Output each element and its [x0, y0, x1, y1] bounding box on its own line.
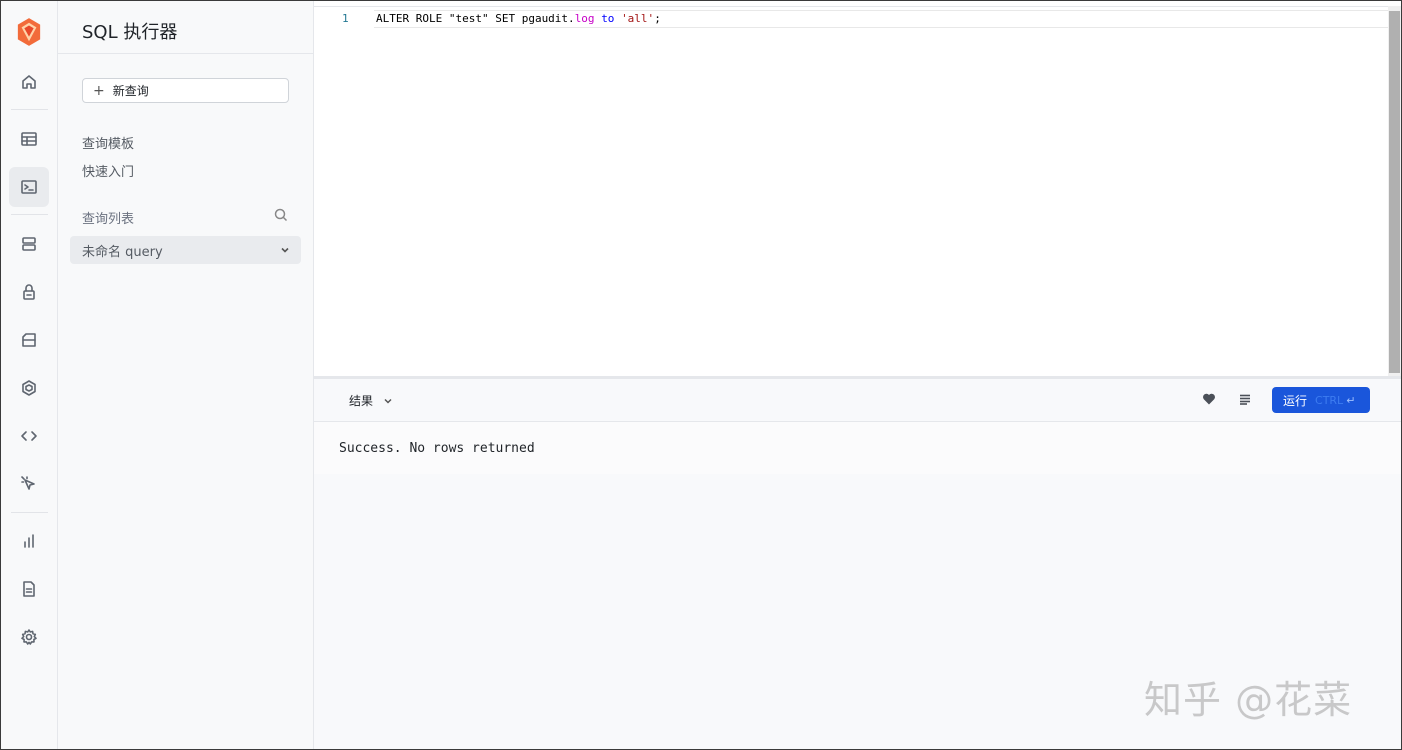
storage-icon: [22, 333, 36, 347]
rail-divider: [11, 214, 48, 215]
rail-database-button[interactable]: [9, 224, 49, 264]
enter-key-icon: ↵: [1346, 393, 1356, 407]
title-divider: [58, 53, 314, 54]
icon-rail: [1, 1, 58, 749]
result-message: Success. No rows returned: [339, 441, 535, 456]
rail-divider: [11, 109, 48, 110]
code-line[interactable]: ALTER ROLE "test" SET pgaudit.log to 'al…: [376, 12, 661, 25]
database-icon: [22, 237, 36, 251]
page-title: SQL 执行器: [82, 22, 178, 43]
table-icon: [21, 132, 37, 146]
query-name: 未命名 query: [82, 244, 163, 260]
run-shortcut-hint: CTRL: [1315, 393, 1344, 407]
query-list-heading: 查询列表: [82, 212, 135, 227]
code-icon: [21, 431, 37, 441]
terminal-icon: [21, 180, 37, 194]
heart-icon: [1203, 393, 1215, 405]
code-token-string: 'all': [621, 12, 655, 25]
rail-home-button[interactable]: [9, 62, 49, 102]
rail-table-button[interactable]: [9, 119, 49, 159]
cursor-icon: [21, 476, 35, 490]
home-icon: [22, 75, 36, 89]
rail-sql-editor-button[interactable]: [9, 167, 49, 207]
results-tab-dropdown[interactable]: 结果: [349, 392, 393, 409]
code-token-property: log: [574, 12, 595, 25]
results-toolbar: 结果 运行 CTRL ↵: [314, 379, 1401, 422]
code-token-punct: ;: [654, 12, 661, 25]
line-number: 1: [342, 12, 349, 25]
plus-icon: +: [93, 82, 105, 99]
new-query-button[interactable]: + 新查询: [82, 78, 289, 103]
rail-storage-button[interactable]: [9, 320, 49, 360]
search-queries-button[interactable]: [274, 208, 288, 227]
rail-functions-button[interactable]: [9, 368, 49, 408]
query-list-item[interactable]: 未命名 query: [70, 236, 301, 264]
lock-icon: [23, 284, 35, 300]
code-token-plain: ALTER ROLE "test" SET pgaudit.: [376, 12, 575, 25]
sql-sidebar: SQL 执行器 + 新查询 查询模板 快速入门 查询列表 未命名 query: [58, 1, 314, 749]
rail-divider: [11, 512, 48, 513]
package-icon: [22, 380, 36, 396]
favorite-button[interactable]: [1202, 392, 1216, 411]
format-button[interactable]: [1238, 392, 1252, 411]
query-templates-link[interactable]: 查询模板: [82, 133, 134, 152]
bar-chart-icon: [24, 534, 34, 548]
app-logo-icon[interactable]: [16, 17, 42, 47]
run-button[interactable]: 运行 CTRL ↵: [1272, 387, 1370, 413]
run-label: 运行: [1283, 393, 1308, 408]
chevron-down-icon: [384, 398, 392, 404]
rail-logs-button[interactable]: [9, 569, 49, 609]
rail-reports-button[interactable]: [9, 521, 49, 561]
chevron-down-icon[interactable]: [279, 244, 291, 256]
editor-top-border: [314, 6, 1388, 7]
rail-auth-button[interactable]: [9, 272, 49, 312]
rail-realtime-button[interactable]: [9, 464, 49, 504]
results-tab-label: 结果: [349, 394, 374, 408]
new-query-label: 新查询: [112, 84, 149, 98]
sql-editor[interactable]: 1 ALTER ROLE "test" SET pgaudit.log to '…: [314, 1, 1401, 377]
rail-api-button[interactable]: [9, 416, 49, 456]
editor-scrollbar-thumb[interactable]: [1389, 11, 1400, 373]
code-token-keyword: to: [601, 12, 615, 25]
gear-icon: [21, 629, 37, 645]
quickstart-link[interactable]: 快速入门: [82, 161, 134, 180]
document-icon: [23, 581, 35, 597]
rail-settings-button[interactable]: [9, 617, 49, 657]
watermark: 知乎 @花菜: [1144, 678, 1353, 722]
search-icon: [274, 208, 288, 222]
align-left-icon: [1240, 394, 1250, 405]
